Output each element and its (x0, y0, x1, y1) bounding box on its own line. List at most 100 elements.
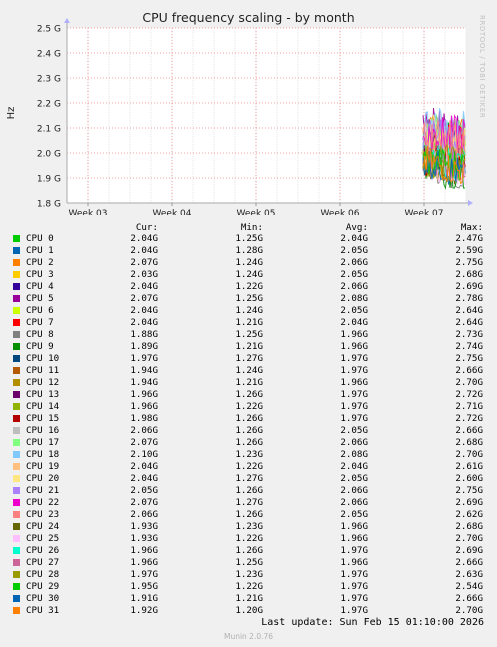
legend-cur: 1.97G (130, 353, 158, 364)
legend-max: 2.68G (455, 269, 483, 280)
y-tick-label: 2.3 G (37, 75, 61, 85)
legend-min: 1.22G (235, 581, 263, 592)
legend-swatch (13, 607, 20, 614)
legend-min: 1.24G (235, 305, 263, 316)
legend-swatch (13, 559, 20, 566)
legend-cur: 1.93G (130, 533, 158, 544)
legend-min: 1.20G (235, 605, 263, 616)
legend-cur: 1.89G (130, 341, 158, 352)
legend-label: CPU 10 (26, 353, 60, 364)
x-tick-label: Week 03 (69, 209, 108, 215)
legend-label: CPU 12 (26, 377, 60, 388)
legend-avg: 1.97G (340, 365, 368, 376)
legend-cur: 2.04G (130, 245, 158, 256)
legend-cur: 1.88G (130, 329, 158, 340)
legend-min: 1.26G (235, 389, 263, 400)
legend-avg: 2.06G (340, 257, 368, 268)
y-tick-label: 2.0 G (37, 150, 61, 160)
svg-text:Hz: Hz (6, 107, 17, 120)
legend-cur: 2.07G (130, 437, 158, 448)
legend-swatch (13, 595, 20, 602)
legend-avg: 2.05G (340, 425, 368, 436)
legend-min: 1.22G (235, 281, 263, 292)
legend-label: CPU 1 (26, 245, 54, 256)
legend-min: 1.26G (235, 425, 263, 436)
legend-avg: 1.97G (340, 413, 368, 424)
legend-cur: 1.95G (130, 581, 158, 592)
legend-cur: 1.96G (130, 401, 158, 412)
legend-avg: 1.97G (340, 401, 368, 412)
legend-avg: 2.04G (340, 317, 368, 328)
legend-max: 2.63G (455, 569, 483, 580)
y-axis-label: Hz (6, 107, 17, 120)
x-tick-label: Week 07 (405, 209, 444, 215)
legend-label: CPU 28 (26, 569, 60, 580)
legend-avg: 1.96G (340, 533, 368, 544)
y-tick-label: 2.2 G (37, 100, 61, 110)
legend-label: CPU 15 (26, 413, 60, 424)
legend-cur: 2.03G (130, 269, 158, 280)
legend-avg: 1.97G (340, 569, 368, 580)
legend-swatch (13, 307, 20, 314)
watermark: RRDTOOL / TOBI OETIKER (478, 15, 486, 118)
legend-label: CPU 29 (26, 581, 60, 592)
legend-avg: 2.05G (340, 305, 368, 316)
legend-avg: 2.05G (340, 509, 368, 520)
legend-max: 2.66G (455, 593, 483, 604)
legend-row: CPU 10 1.97G 1.27G 1.97G 2.75G (0, 353, 497, 365)
legend-min: 1.27G (235, 473, 263, 484)
legend-swatch (13, 487, 20, 494)
legend-max: 2.68G (455, 437, 483, 448)
y-tick-label: 2.4 G (37, 50, 61, 60)
legend-swatch (13, 403, 20, 410)
legend-swatch (13, 331, 20, 338)
legend-cur: 2.07G (130, 257, 158, 268)
legend-max: 2.69G (455, 281, 483, 292)
legend-avg: 2.06G (340, 281, 368, 292)
legend-swatch (13, 523, 20, 530)
legend-swatch (13, 547, 20, 554)
legend-row: CPU 19 2.04G 1.22G 2.04G 2.61G (0, 461, 497, 473)
legend-row: CPU 17 2.07G 1.26G 2.06G 2.68G (0, 437, 497, 449)
legend-row: CPU 1 2.04G 1.28G 2.05G 2.59G (0, 245, 497, 257)
y-tick-label: 2.5 G (37, 25, 61, 35)
legend-max: 2.72G (455, 389, 483, 400)
legend-min: 1.28G (235, 245, 263, 256)
legend-min: 1.22G (235, 461, 263, 472)
legend-max: 2.71G (455, 401, 483, 412)
legend-row: CPU 22 2.07G 1.27G 2.06G 2.69G (0, 497, 497, 509)
legend-swatch (13, 259, 20, 266)
legend-label: CPU 27 (26, 557, 60, 568)
legend-swatch (13, 355, 20, 362)
legend-label: CPU 17 (26, 437, 60, 448)
legend-avg: 1.97G (340, 353, 368, 364)
legend-row: CPU 28 1.97G 1.23G 1.97G 2.63G (0, 569, 497, 581)
y-tick-label: 1.8 G (37, 200, 61, 210)
legend-avg: 2.06G (340, 497, 368, 508)
legend-min: 1.21G (235, 593, 263, 604)
legend-row: CPU 18 2.10G 1.23G 2.08G 2.70G (0, 449, 497, 461)
legend-avg: 1.96G (340, 377, 368, 388)
legend-label: CPU 5 (26, 293, 54, 304)
x-tick-label: Week 06 (321, 209, 360, 215)
legend-min: 1.26G (235, 437, 263, 448)
legend-avg: 2.05G (340, 269, 368, 280)
legend-avg: 1.96G (340, 341, 368, 352)
legend-min: 1.21G (235, 341, 263, 352)
legend-label: CPU 18 (26, 449, 60, 460)
legend-label: CPU 31 (26, 605, 60, 616)
legend-row: CPU 12 1.94G 1.21G 1.96G 2.70G (0, 377, 497, 389)
legend-min: 1.22G (235, 401, 263, 412)
legend-max: 2.47G (455, 233, 483, 244)
legend-label: CPU 13 (26, 389, 60, 400)
legend-min: 1.25G (235, 233, 263, 244)
legend-min: 1.25G (235, 557, 263, 568)
legend-label: CPU 22 (26, 497, 60, 508)
legend-cur: 1.93G (130, 521, 158, 532)
legend-label: CPU 21 (26, 485, 60, 496)
legend-row: CPU 25 1.93G 1.22G 1.96G 2.70G (0, 533, 497, 545)
legend-min: 1.24G (235, 365, 263, 376)
legend-swatch (13, 475, 20, 482)
legend-swatch (13, 415, 20, 422)
legend-swatch (13, 427, 20, 434)
